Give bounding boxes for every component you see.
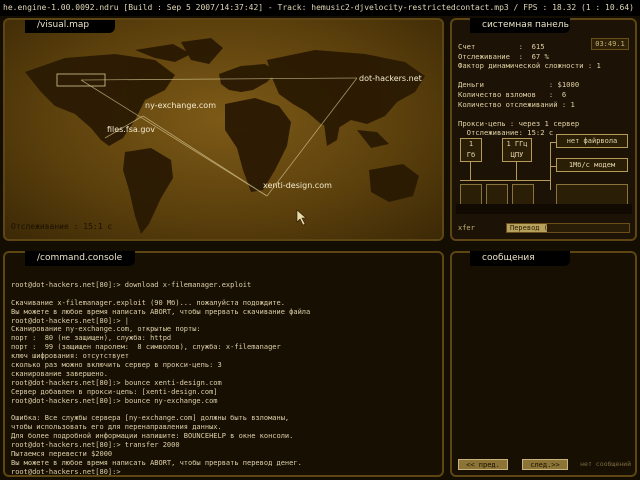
console-line: root@dot-hackers.net[80]:> download x-fi… [11, 281, 252, 289]
console-line: порт : 99 (защищен паролем: 8 символов),… [11, 343, 281, 352]
system-stat-line [458, 109, 601, 119]
next-message-button[interactable]: след.>> [522, 459, 568, 470]
console-line: Пытаемся перевести $2000 [11, 449, 113, 458]
system-stat-line: Счет : 615 [458, 42, 545, 51]
system-stats: Счет : 615 Отслеживание : 67 % Фактор дина… [458, 42, 601, 138]
console-line: Сканирование ny-exchange.com, открытые п… [11, 325, 201, 334]
firewall-box[interactable]: нет файрвола [556, 134, 628, 148]
messages-panel-title: сообщения [470, 251, 570, 266]
console-line: root@dot-hackers.net[80]:> transfer 2000 [11, 441, 180, 450]
console-line: root@dot-hackers.net[80]:> bounce ny-exc… [11, 396, 218, 405]
console-line: порт : 80 (не защищен), служба: httpd [11, 334, 172, 343]
console-line: ключ шифрования: отсутствует [11, 352, 130, 361]
messages-status: нет сообщений [580, 460, 631, 468]
engine-title-bar: he.engine-1.00.0092.ndru [Build : Sep 5 … [0, 0, 640, 16]
console-line: root@dot-hackers.net[80]:> | [11, 316, 130, 325]
console-line: Ошибка: Все службы сервера [ny-exchange.… [11, 414, 290, 423]
system-stat-line: Отслеживание : 67 % [458, 51, 549, 61]
cpu-box[interactable]: 1 ГГц ЦПУ [502, 138, 532, 162]
map-node-files-fsa[interactable]: files.fsa.gov [107, 125, 155, 134]
console-line: сканирование завершено. [11, 369, 108, 378]
system-panel-title: системная панель [470, 18, 570, 33]
map-trace-status: Отслеживание : 15:1 с [11, 222, 113, 231]
messages-panel: сообщения << пред. след.>> нет сообщений [450, 251, 637, 477]
system-stat-line: Деньги : $1000 [458, 80, 580, 90]
system-stat-line: Фактор динамической сложности : 1 [458, 61, 601, 71]
map-node-ny-exchange[interactable]: ny-exchange.com [145, 101, 216, 110]
console-panel-title: /command.console [25, 251, 135, 266]
console-line: root@dot-hackers.net[80]:> bounce xenti-… [11, 378, 222, 387]
console-line: Вы можете в любое время написать ABORT, … [11, 307, 311, 316]
visual-map-panel[interactable]: dot-hackers.net ny-exchange.com files.fs… [3, 18, 444, 241]
continents [25, 38, 425, 234]
console-line: Вы можете в любое время написать ABORT, … [11, 458, 302, 467]
separator-bar [456, 204, 632, 214]
system-stat-line [458, 71, 601, 81]
map-node-dot-hackers[interactable]: dot-hackers.net [359, 74, 422, 83]
console-line: Скачивание x-filemanager.exploit (90 Мб)… [11, 298, 285, 307]
transfer-progress-text: Перевод (4) [510, 224, 557, 232]
transfer-progress-bar: Перевод (4) [506, 223, 630, 233]
system-panel: системная панель 03:49.1 Счет : 615 Отсле… [450, 18, 637, 241]
console-line: root@dot-hackers.net[80]:> [11, 467, 121, 476]
console-line: сколько раз можно включить сервер в прок… [11, 361, 222, 370]
system-stat-line: Количество отслеживаний : 1 [458, 99, 575, 109]
ram-box[interactable]: 1 Гб [460, 138, 482, 162]
console-line: Для более подробной информации напишите:… [11, 432, 294, 441]
bus-line [550, 166, 556, 167]
modem-box[interactable]: 1Мб/с модем [556, 158, 628, 172]
xfer-label: xfer [458, 224, 475, 232]
mouse-cursor-icon [296, 209, 307, 226]
console-output[interactable]: root@dot-hackers.net[80]:> download x-fi… [11, 281, 310, 477]
transfer-status: xfer Перевод (4) [456, 222, 632, 235]
system-stat-line: Прокси-цепь : через 1 сервер [458, 118, 580, 128]
system-stat-line: Количество взломов : 6 [458, 89, 567, 99]
map-panel-title: /visual.map [25, 20, 115, 33]
bus-line [470, 162, 471, 180]
bus-line [550, 142, 556, 143]
prev-message-button[interactable]: << пред. [458, 459, 508, 470]
map-node-xenti-design[interactable]: xenti-design.com [263, 181, 332, 190]
command-console-panel[interactable]: /command.console root@dot-hackers.net[80… [3, 251, 444, 477]
bus-line [460, 180, 550, 181]
world-map[interactable]: dot-hackers.net ny-exchange.com files.fs… [5, 20, 444, 241]
console-line: чтобы использовать его для перенаправлен… [11, 423, 222, 432]
bus-line [516, 162, 517, 180]
console-line: Сервер добавлен в прокси-цепь: [xenti-de… [11, 387, 218, 396]
